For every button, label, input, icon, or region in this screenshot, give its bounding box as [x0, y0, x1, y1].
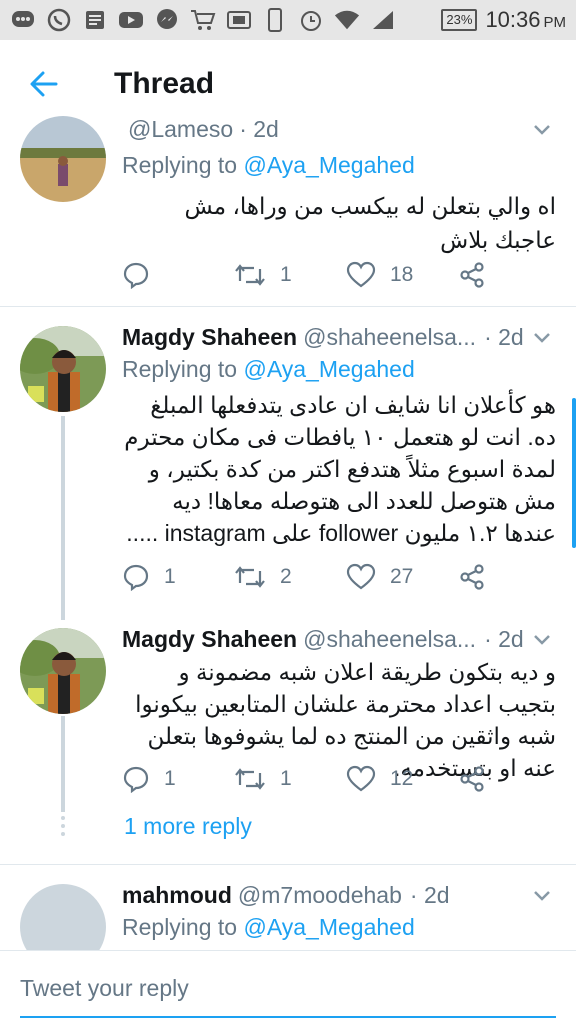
mention-link[interactable]: @Aya_Megahed — [243, 356, 414, 382]
like-count: 18 — [390, 263, 414, 286]
thread-dots — [59, 816, 67, 840]
like-button[interactable]: 27 — [346, 563, 458, 591]
author-name[interactable]: mahmoud — [122, 882, 232, 909]
share-button[interactable] — [458, 261, 500, 289]
avatar[interactable] — [20, 326, 106, 412]
mention-link[interactable]: @Aya_Megahed — [243, 152, 414, 178]
chevron-down-icon[interactable] — [528, 324, 556, 352]
author-handle[interactable]: @shaheenelsa... — [303, 626, 476, 653]
more-replies-link[interactable]: 1 more reply — [124, 813, 252, 840]
divider — [0, 306, 576, 307]
tweet-time: · 2d — [239, 115, 279, 142]
tweet-actions: 1 1 12 — [122, 762, 502, 796]
chevron-down-icon[interactable] — [528, 116, 556, 144]
tweet-meta: @Lameso · 2d — [122, 114, 556, 144]
reply-icon — [123, 766, 149, 793]
tweet-meta: Magdy Shaheen @shaheenelsa... · 2d — [122, 322, 556, 352]
author-name[interactable]: Magdy Shaheen — [122, 626, 297, 653]
author-handle[interactable]: @m7moodehab — [238, 882, 402, 909]
clock: 10:36 PM — [485, 7, 566, 32]
reply-count: 1 — [164, 767, 176, 790]
wifi-icon — [334, 7, 360, 33]
tweet[interactable]: @Lameso · 2d Replying to @Aya_Megahed اه… — [0, 116, 576, 306]
replying-to: Replying to @Aya_Megahed — [122, 914, 415, 940]
reply-count: 1 — [164, 565, 176, 588]
messages-icon — [10, 7, 36, 33]
retweet-icon — [235, 768, 265, 790]
reply-icon — [123, 564, 149, 591]
alarm-icon — [298, 7, 324, 33]
retweet-count: 2 — [280, 565, 292, 588]
share-icon — [460, 564, 484, 590]
avatar[interactable] — [20, 116, 106, 202]
sim-icon — [226, 7, 252, 33]
tweet-actions: 1 18 — [122, 258, 502, 292]
messenger-icon — [154, 7, 180, 33]
signal-icon — [370, 7, 396, 33]
shopping-icon — [190, 7, 216, 33]
scrollbar[interactable] — [572, 398, 576, 548]
reply-button[interactable] — [122, 261, 234, 289]
reply-input-underline — [20, 1016, 556, 1018]
retweet-icon — [235, 264, 265, 286]
share-button[interactable] — [458, 765, 500, 793]
page-title: Thread — [114, 67, 215, 100]
retweet-button[interactable]: 1 — [234, 765, 346, 793]
tweet-time: · 2d — [484, 625, 524, 652]
replying-to: Replying to @Aya_Megahed — [122, 356, 415, 382]
status-bar: 23% 10:36 PM — [0, 0, 576, 40]
divider — [0, 950, 576, 951]
battery-indicator: 23% — [441, 9, 478, 31]
tweet[interactable]: mahmoud @m7moodehab · 2d Replying to @Ay… — [0, 880, 576, 950]
youtube-icon — [118, 7, 144, 33]
share-button[interactable] — [458, 563, 500, 591]
author-name[interactable]: Magdy Shaheen — [122, 324, 297, 351]
heart-icon — [346, 261, 376, 288]
retweet-icon — [235, 566, 265, 588]
divider — [0, 864, 576, 865]
phone-icon — [262, 7, 288, 33]
reply-button[interactable]: 1 — [122, 563, 234, 591]
arrow-left-icon — [30, 71, 58, 97]
whatsapp-icon — [46, 7, 72, 33]
avatar[interactable] — [20, 884, 106, 950]
heart-icon — [346, 563, 376, 590]
replying-to: Replying to @Aya_Megahed — [122, 152, 415, 178]
back-button[interactable] — [14, 54, 74, 114]
tweet-time: · 2d — [484, 323, 524, 350]
tweet-text: هو كأعلان انا شايف ان عادى يتدفعلها المب… — [124, 392, 556, 546]
tweet-text: اه والي بتعلن له بيكسب من وراها، مش عاجب… — [184, 193, 556, 253]
retweet-button[interactable]: 1 — [234, 261, 346, 289]
notification-icons — [10, 7, 396, 33]
heart-icon — [346, 765, 376, 792]
author-handle[interactable]: @shaheenelsa... — [303, 324, 476, 351]
retweet-count: 1 — [280, 767, 292, 790]
chevron-down-icon[interactable] — [528, 626, 556, 654]
retweet-count: 1 — [280, 263, 292, 286]
share-icon — [460, 766, 484, 792]
tweet[interactable]: Magdy Shaheen @shaheenelsa... · 2d Reply… — [0, 322, 576, 600]
avatar[interactable] — [20, 628, 106, 714]
news-icon — [82, 7, 108, 33]
mention-link[interactable]: @Aya_Megahed — [243, 914, 414, 940]
retweet-button[interactable]: 2 — [234, 563, 346, 591]
tweet[interactable]: Magdy Shaheen @shaheenelsa... · 2d و ديه… — [0, 624, 576, 804]
reply-input[interactable] — [20, 968, 556, 1008]
like-button[interactable]: 18 — [346, 261, 458, 289]
author-handle[interactable]: @Lameso — [128, 116, 233, 143]
reply-button[interactable]: 1 — [122, 765, 234, 793]
tweet-actions: 1 2 27 — [122, 560, 502, 594]
reply-icon — [123, 262, 149, 289]
like-count: 12 — [390, 767, 414, 790]
reply-bar — [0, 950, 576, 1024]
tweet-time: · 2d — [409, 881, 450, 908]
like-count: 27 — [390, 565, 414, 588]
tweet-meta: Magdy Shaheen @shaheenelsa... · 2d — [122, 624, 556, 654]
like-button[interactable]: 12 — [346, 765, 458, 793]
share-icon — [460, 262, 484, 288]
chevron-down-icon[interactable] — [528, 882, 556, 910]
tweet-meta: mahmoud @m7moodehab · 2d — [122, 880, 556, 910]
